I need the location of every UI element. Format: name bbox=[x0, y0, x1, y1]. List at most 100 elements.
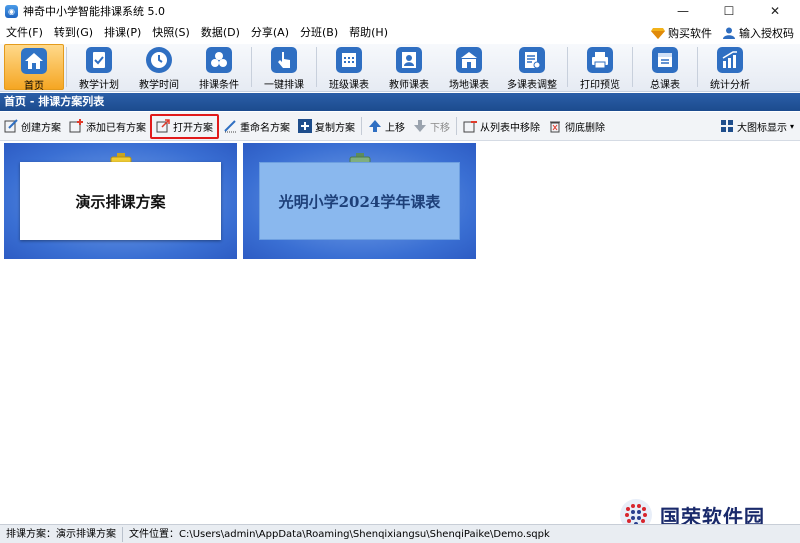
add-icon bbox=[69, 119, 83, 133]
breadcrumb: 首页 - 排课方案列表 bbox=[0, 93, 800, 111]
rename-plan-button[interactable]: 重命名方案 bbox=[219, 114, 294, 139]
minimize-button[interactable]: — bbox=[660, 0, 706, 22]
plan-card-title: 光明小学2024学年课表 bbox=[259, 162, 460, 240]
plan-toolbar: 创建方案 添加已有方案 打开方案 重命名方案 复制方案 上移 下移 从列表中移除… bbox=[0, 112, 800, 141]
status-bar: 排课方案：演示排课方案 文件位置：C:\Users\admin\AppData\… bbox=[0, 524, 800, 543]
menu-share[interactable]: 分享(A) bbox=[245, 22, 294, 44]
add-existing-plan-label: 添加已有方案 bbox=[86, 122, 146, 134]
delete-plan-button[interactable]: 彻底删除 bbox=[544, 114, 609, 139]
ribbon-teacher-timetable[interactable]: 教师课表 bbox=[379, 44, 439, 91]
copy-icon bbox=[298, 119, 312, 133]
ribbon-conditions[interactable]: 排课条件 bbox=[189, 44, 249, 91]
ribbon-one-click-label: 一键排课 bbox=[264, 80, 304, 91]
menu-bar: 文件(F) 转到(G) 排课(P) 快照(S) 数据(D) 分享(A) 分班(B… bbox=[0, 22, 800, 44]
move-up-button[interactable]: 上移 bbox=[364, 114, 409, 139]
ribbon-class-timetable[interactable]: 班级课表 bbox=[319, 44, 379, 91]
menu-snapshot[interactable]: 快照(S) bbox=[146, 22, 195, 44]
ribbon-separator bbox=[632, 47, 633, 87]
ribbon-separator bbox=[316, 47, 317, 87]
license-label: 输入授权码 bbox=[739, 27, 794, 40]
delete-plan-label: 彻底删除 bbox=[565, 122, 605, 134]
ribbon-conditions-label: 排课条件 bbox=[199, 80, 239, 91]
app-logo-icon: ◉ bbox=[5, 4, 18, 18]
class-timetable-icon bbox=[336, 47, 362, 73]
menu-data[interactable]: 数据(D) bbox=[195, 22, 245, 44]
menu-file[interactable]: 文件(F) bbox=[0, 22, 48, 44]
ribbon-teacher-timetable-label: 教师课表 bbox=[389, 80, 429, 91]
status-current-plan: 排课方案：演示排课方案 bbox=[0, 526, 123, 542]
ribbon-statistics[interactable]: 统计分析 bbox=[700, 44, 760, 91]
view-mode-dropdown[interactable]: 大图标显示 ▾ bbox=[716, 114, 798, 139]
ribbon-separator bbox=[66, 47, 67, 87]
close-button[interactable]: ✕ bbox=[752, 0, 798, 22]
grid-icon bbox=[720, 120, 733, 132]
master-timetable-icon bbox=[652, 47, 678, 73]
ribbon-one-click[interactable]: 一键排课 bbox=[254, 44, 314, 91]
multi-adjust-icon bbox=[519, 47, 545, 73]
move-down-label: 下移 bbox=[430, 122, 450, 134]
user-icon bbox=[723, 27, 735, 39]
ribbon-venue-timetable[interactable]: 场地课表 bbox=[439, 44, 499, 91]
ribbon-statistics-label: 统计分析 bbox=[710, 80, 750, 91]
home-icon bbox=[21, 48, 47, 74]
create-plan-label: 创建方案 bbox=[21, 122, 61, 134]
teacher-timetable-icon bbox=[396, 47, 422, 73]
chart-icon bbox=[717, 47, 743, 73]
maximize-button[interactable]: ☐ bbox=[706, 0, 752, 22]
window-title: 神奇中小学智能排课系统 5.0 bbox=[23, 5, 165, 18]
ribbon-multi-adjust-label: 多课表调整 bbox=[507, 80, 557, 91]
menu-goto[interactable]: 转到(G) bbox=[48, 22, 98, 44]
menu-help[interactable]: 帮助(H) bbox=[343, 22, 393, 44]
edit-icon bbox=[4, 119, 18, 133]
create-plan-button[interactable]: 创建方案 bbox=[0, 114, 65, 139]
ribbon-home-label: 首页 bbox=[24, 81, 44, 92]
trash-icon bbox=[550, 121, 560, 133]
ribbon-separator bbox=[697, 47, 698, 87]
teaching-plan-icon bbox=[86, 47, 112, 73]
ribbon-teaching-plan[interactable]: 教学计划 bbox=[69, 44, 129, 91]
toolbar-separator bbox=[456, 117, 457, 135]
venue-timetable-icon bbox=[456, 47, 482, 73]
ribbon-separator bbox=[567, 47, 568, 87]
printer-icon bbox=[587, 47, 613, 73]
buy-software-link[interactable]: 购买软件 bbox=[651, 25, 712, 41]
rename-plan-label: 重命名方案 bbox=[240, 122, 290, 134]
open-plan-label: 打开方案 bbox=[173, 122, 213, 134]
remove-from-list-label: 从列表中移除 bbox=[480, 122, 540, 134]
add-existing-plan-button[interactable]: 添加已有方案 bbox=[65, 114, 150, 139]
rename-icon bbox=[224, 120, 236, 133]
ribbon-teaching-time[interactable]: 教学时间 bbox=[129, 44, 189, 91]
view-mode-label: 大图标显示 bbox=[736, 122, 787, 134]
title-bar: ◉ 神奇中小学智能排课系统 5.0 — ☐ ✕ bbox=[0, 0, 800, 22]
ribbon-print-preview-label: 打印预览 bbox=[580, 80, 620, 91]
ribbon-separator bbox=[251, 47, 252, 87]
ribbon-master-timetable[interactable]: 总课表 bbox=[635, 44, 695, 91]
move-up-label: 上移 bbox=[385, 122, 405, 134]
arrow-up-icon bbox=[369, 120, 381, 132]
chevron-down-icon: ▾ bbox=[789, 121, 794, 131]
ribbon-print-preview[interactable]: 打印预览 bbox=[570, 44, 630, 91]
remove-from-list-button[interactable]: 从列表中移除 bbox=[459, 114, 544, 139]
one-click-icon bbox=[271, 47, 297, 73]
ribbon-master-timetable-label: 总课表 bbox=[650, 80, 680, 91]
ribbon-teaching-time-label: 教学时间 bbox=[139, 80, 179, 91]
buy-software-label: 购买软件 bbox=[668, 27, 712, 40]
status-file-location: 文件位置：C:\Users\admin\AppData\Roaming\Shen… bbox=[129, 528, 550, 540]
license-link[interactable]: 输入授权码 bbox=[722, 25, 794, 41]
clock-icon bbox=[146, 47, 172, 73]
toolbar-separator bbox=[361, 117, 362, 135]
plan-card-title: 演示排课方案 bbox=[20, 162, 221, 240]
menu-schedule[interactable]: 排课(P) bbox=[98, 22, 146, 44]
remove-icon bbox=[463, 121, 477, 133]
menu-class-split[interactable]: 分班(B) bbox=[294, 22, 343, 44]
ribbon-home[interactable]: 首页 bbox=[4, 44, 64, 92]
copy-plan-button[interactable]: 复制方案 bbox=[294, 114, 359, 139]
open-external-icon bbox=[156, 119, 170, 133]
plan-card[interactable]: 光明小学2024学年课表 bbox=[243, 143, 476, 259]
open-plan-button[interactable]: 打开方案 bbox=[150, 113, 219, 139]
ribbon-multi-adjust[interactable]: 多课表调整 bbox=[499, 44, 565, 91]
move-down-button[interactable]: 下移 bbox=[409, 114, 454, 139]
plan-card[interactable]: 演示排课方案 bbox=[4, 143, 237, 259]
ribbon-teaching-plan-label: 教学计划 bbox=[79, 80, 119, 91]
ribbon-venue-timetable-label: 场地课表 bbox=[449, 80, 489, 91]
